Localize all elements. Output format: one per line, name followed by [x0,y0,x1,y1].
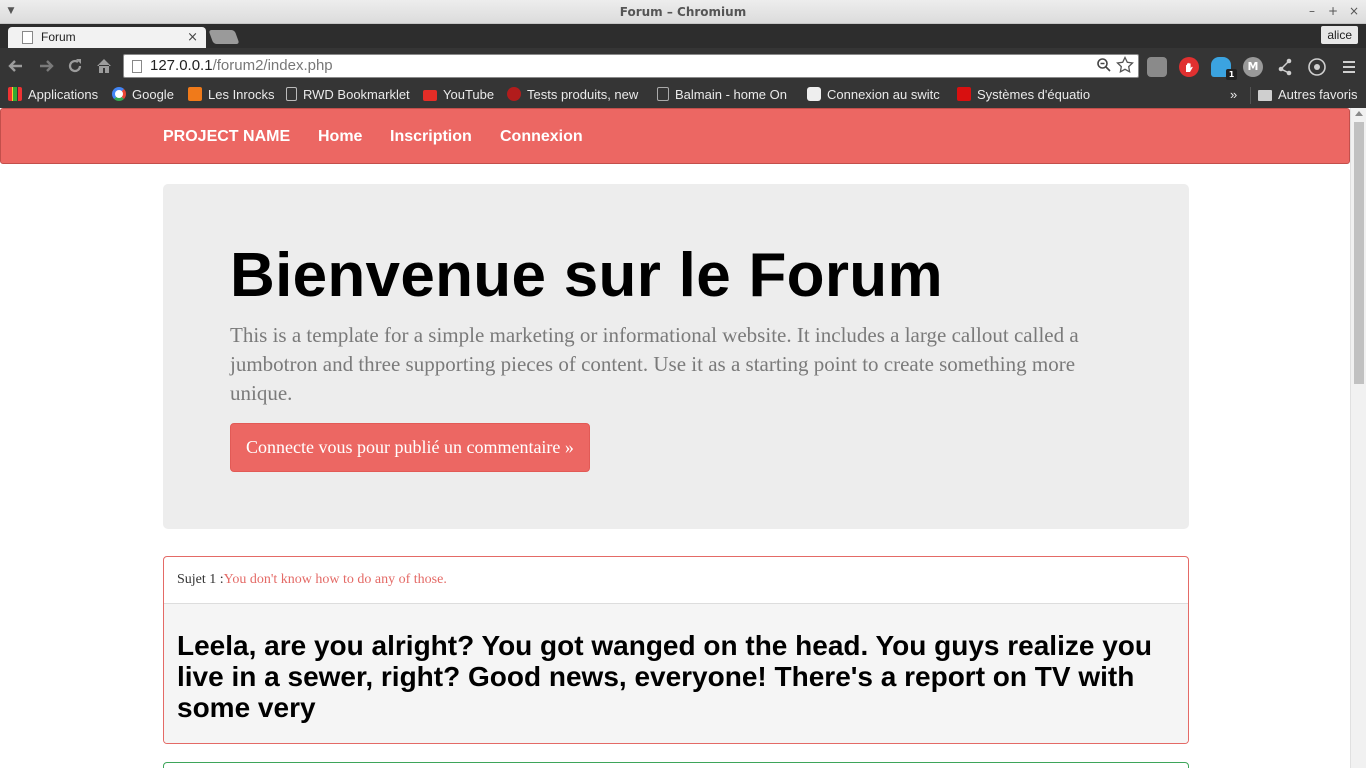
document-icon [22,31,33,44]
bookmark-label: Autres favoris [1278,87,1358,102]
share-ext-icon[interactable] [1275,57,1295,77]
new-tab-button[interactable] [208,30,240,44]
minimize-icon[interactable]: – [1304,3,1320,19]
tab-forum[interactable]: Forum × [8,27,206,48]
address-bar[interactable]: 127.0.0.1/forum2/index.php [123,54,1139,78]
apps-grid-icon [8,87,22,101]
site-icon [807,87,821,101]
url-host: 127.0.0.1 [150,57,213,74]
forward-arrow-icon[interactable] [36,57,56,75]
window-titlebar: ▼ Forum – Chromium – + × [0,0,1366,24]
bookmark-label: YouTube [443,87,495,102]
m-ext-icon[interactable]: M [1243,57,1263,77]
post-body-text: Leela, are you alright? You got wanged o… [177,630,1152,723]
nav-home[interactable]: Home [318,109,362,165]
bookmark-other-favorites[interactable]: Autres favoris [1258,84,1362,106]
nav-inscription[interactable]: Inscription [390,109,472,165]
bookmarks-overflow-chevron-icon[interactable]: » [1230,84,1244,106]
bookmark-youtube[interactable]: YouTube [423,84,498,106]
bookmark-star-icon[interactable] [1116,55,1134,79]
bookmark-connexion-switch[interactable]: Connexion au switc [807,84,944,106]
lead-text: This is a template for a simple marketin… [230,323,1079,405]
bookmark-balmain[interactable]: Balmain - home On [657,84,793,106]
page-viewport: PROJECT NAME Home Inscription Connexion … [0,108,1350,768]
bookmark-label: Systèmes d'équatio [977,87,1091,102]
folder-icon [1258,90,1272,101]
url-text[interactable]: 127.0.0.1/forum2/index.php [150,55,333,77]
camera-ext-icon[interactable] [1147,57,1167,77]
adblock-ext-icon[interactable] [1179,57,1199,77]
bookmark-label: Balmain - home On [675,87,787,102]
inrocks-icon [188,87,202,101]
jumbotron: Bienvenue sur le Forum This is a templat… [163,184,1189,529]
url-path: /forum2/index.php [212,57,333,74]
bookmarks-divider [1250,87,1251,104]
window-title: Forum – Chromium [619,5,747,19]
browser-toolbar: 127.0.0.1/forum2/index.php 1 M [0,48,1366,84]
bookmark-rwd-bookmarklet[interactable]: RWD Bookmarklet [286,84,416,106]
page-title: Bienvenue sur le Forum [230,241,943,310]
tab-close-icon[interactable]: × [187,27,198,48]
back-arrow-icon[interactable] [6,57,26,75]
bookmark-label: Connexion au switc [827,87,940,102]
zoom-icon[interactable] [1096,57,1112,77]
radar-ext-icon[interactable] [1307,57,1327,77]
scroll-up-arrow-icon[interactable] [1355,111,1363,116]
post-subject-link[interactable]: You don't know how to do any of those. [224,572,447,587]
menu-icon[interactable] [1339,57,1359,77]
maximize-icon[interactable]: + [1325,3,1341,19]
post-prefix: Sujet 1 : [177,572,224,587]
page-scrollbar[interactable] [1350,108,1366,768]
bookmark-label: RWD Bookmarklet [303,87,410,102]
free-icon [957,87,971,101]
ghostery-ext-icon[interactable]: 1 [1211,57,1237,80]
bookmark-label: Google [132,87,174,102]
brand-link[interactable]: PROJECT NAME [163,109,290,165]
bookmark-tests-produits[interactable]: Tests produits, new [507,84,645,106]
bookmark-google[interactable]: Google [112,84,180,106]
tab-strip: Forum × alice [0,24,1366,48]
tab-title: Forum [41,30,76,44]
post-panel: Sujet 1 :You don't know how to do any of… [163,556,1189,744]
reload-icon[interactable] [65,57,85,75]
bookmark-label: Tests produits, new [527,87,639,102]
home-icon[interactable] [94,57,114,75]
login-to-comment-button[interactable]: Connecte vous pour publié un commentaire… [230,423,590,472]
scrollbar-thumb[interactable] [1354,122,1364,384]
nav-connexion[interactable]: Connexion [500,109,583,165]
balmain-icon [657,87,669,101]
ghostery-badge: 1 [1226,69,1237,80]
bookmark-les-inrocks[interactable]: Les Inrocks [188,84,278,106]
site-navbar: PROJECT NAME Home Inscription Connexion [0,108,1350,164]
youtube-icon [423,90,437,101]
bookmark-applications[interactable]: Applications [8,84,104,106]
bookmarks-bar: Applications Google Les Inrocks RWD Book… [0,84,1366,108]
page-info-icon[interactable] [132,60,142,73]
next-post-panel [163,762,1189,768]
bookmark-label: Applications [28,87,99,102]
bookmark-label: Les Inrocks [208,87,275,102]
site-icon [507,87,521,101]
profile-button[interactable]: alice [1321,26,1358,44]
post-body: Leela, are you alright? You got wanged o… [164,604,1188,743]
post-header: Sujet 1 :You don't know how to do any of… [164,557,1188,604]
google-icon [112,87,126,101]
close-window-icon[interactable]: × [1346,3,1362,19]
bookmark-systemes-equations[interactable]: Systèmes d'équatio [957,84,1095,106]
document-icon [286,87,297,101]
